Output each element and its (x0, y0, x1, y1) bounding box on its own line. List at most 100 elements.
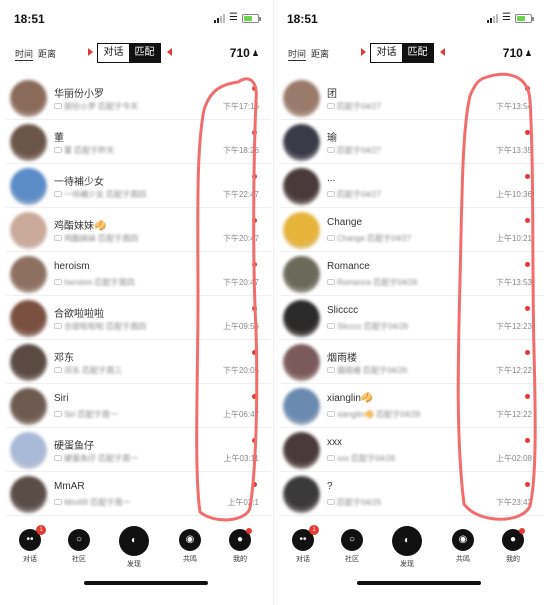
people-icon: ♟ (251, 48, 259, 58)
status-bar: 18:51 ☰ (279, 0, 544, 36)
nav-item[interactable]: ○ 社区 (59, 526, 99, 564)
notification-dot (519, 528, 525, 534)
message-bubble-icon (54, 367, 62, 373)
nav-label: 我的 (506, 556, 520, 563)
chat-row[interactable]: 烟雨楼烟雨楼 匹配于04/26 下午12:22 (279, 340, 544, 384)
avatar[interactable] (283, 300, 320, 337)
filter-tab-distance[interactable]: 距离 (38, 47, 56, 60)
match-info: 匹配于04/27 (327, 145, 381, 156)
status-icons: ☰ (214, 12, 261, 23)
match-info-text: Romance 匹配于04/26 (337, 278, 418, 287)
chat-row[interactable]: Romance Romance 匹配于04/26 下午13:53 (279, 252, 544, 296)
avatar[interactable] (283, 212, 320, 249)
nav-item[interactable]: ◐ 发现 (114, 526, 154, 569)
resonance-icon: ◉ (452, 529, 474, 551)
match-info: 烟雨楼 匹配于04/26 (327, 365, 407, 376)
chat-row[interactable]: 瑜匹配于04/27 下午13:35 (279, 120, 544, 164)
nav-label: 发现 (400, 561, 414, 568)
bottom-nav: •• 1 对话 ○ 社区 ◐ 发现 ◉ 共鸣 ● 我的 (6, 525, 271, 576)
nav-item[interactable]: ● 我的 (220, 526, 260, 564)
match-info: xxx 匹配于04/26 (327, 453, 395, 464)
avatar[interactable] (283, 432, 320, 469)
nav-item[interactable]: ◐ 发现 (387, 526, 427, 569)
avatar[interactable] (10, 388, 47, 425)
avatar[interactable] (10, 212, 47, 249)
unread-dot (252, 350, 257, 355)
segment-chat[interactable]: 对话 (371, 44, 402, 62)
segment-chat[interactable]: 对话 (98, 44, 129, 62)
match-count-value: 710 (229, 46, 250, 60)
chat-row[interactable]: 邓东 邓东 匹配于周三 下午20:05 (6, 340, 271, 384)
avatar[interactable] (283, 80, 320, 117)
filter-tab-distance[interactable]: 距离 (311, 47, 329, 60)
avatar[interactable] (283, 476, 320, 513)
nav-item[interactable]: •• 1 对话 (283, 525, 323, 564)
avatar[interactable] (10, 256, 47, 293)
match-count[interactable]: 710 ♟ (230, 46, 259, 60)
chat-row[interactable]: ? 匹配于04/25 下午23:43 (279, 472, 544, 516)
message-time: 下午20:47 (222, 234, 259, 243)
filter-tab-time[interactable]: 时间 (15, 47, 34, 61)
nav-item[interactable]: ○ 社区 (332, 526, 372, 564)
avatar[interactable] (283, 168, 320, 205)
avatar[interactable] (10, 476, 47, 513)
avatar[interactable] (10, 300, 47, 337)
nav-label: 社区 (345, 556, 359, 563)
avatar[interactable] (283, 388, 320, 425)
unread-dot (525, 174, 530, 179)
chat-row[interactable]: xxx xxx 匹配于04/26 上午02:08 (279, 428, 544, 472)
avatar[interactable] (10, 432, 47, 469)
match-info-text: 合欲啦啦啦 匹配于周四 (64, 322, 147, 331)
message-bubble-icon (54, 411, 62, 417)
chat-row[interactable]: Siri Siri 匹配于周一 上午06:47 (6, 384, 271, 428)
filter-tab-time[interactable]: 时间 (288, 47, 307, 61)
chat-row[interactable]: Change Change 匹配于04/27 上午10:21 (279, 208, 544, 252)
message-time: 下午13:53 (495, 278, 532, 287)
message-bubble-icon (54, 279, 62, 285)
contact-name: 邓东 (54, 353, 74, 364)
chat-row[interactable]: 华丽份小罗 丽份小罗 匹配于今天 下午17:16 (6, 76, 271, 120)
status-icons: ☰ (487, 13, 534, 23)
message-time: 下午12:23 (495, 322, 532, 331)
chat-row[interactable]: heroism heroism 匹配于周四 下午20:47 (6, 252, 271, 296)
avatar[interactable] (283, 344, 320, 381)
chat-row[interactable]: ... 匹配于04/27 上午10:36 (279, 164, 544, 208)
match-info-text: 烟雨楼 匹配于04/26 (337, 366, 408, 375)
match-info-text: 董 匹配于昨天 (64, 146, 115, 155)
chat-row[interactable]: 鸡酯妹妹🥠 鸡酯妹妹 匹配于周四 下午20:47 (6, 208, 271, 252)
wifi-icon: ☰ (229, 12, 238, 23)
chat-row[interactable]: 合欲啦啦啦 合欲啦啦啦 匹配于周四 上午09:56 (6, 296, 271, 340)
nav-label: 发现 (127, 561, 141, 568)
nav-item[interactable]: ◉ 共鸣 (170, 526, 210, 564)
chat-row[interactable]: 硬蛋鱼仔 硬蛋鱼仔 匹配于周一 上午03:11 (6, 428, 271, 472)
avatar[interactable] (283, 256, 320, 293)
match-count[interactable]: 710 ♟ (503, 46, 532, 60)
nav-item[interactable]: •• 1 对话 (10, 525, 50, 564)
unread-dot (525, 86, 530, 91)
chat-row[interactable]: xianglin🥠 xianglin🥠 匹配于04/26 下午12:22 (279, 384, 544, 428)
avatar[interactable] (10, 124, 47, 161)
avatar[interactable] (10, 80, 47, 117)
nav-item[interactable]: ● 我的 (493, 526, 533, 564)
chat-row[interactable]: Slicccc Slicccc 匹配于04/26 下午12:23 (279, 296, 544, 340)
chat-row[interactable]: 团匹配于04/27 下午13:54 (279, 76, 544, 120)
segment-match[interactable]: 匹配 (129, 44, 160, 62)
message-time: 下午12:22 (495, 366, 532, 375)
nav-label: 共鸣 (183, 556, 197, 563)
match-count-value: 710 (502, 46, 523, 60)
nav-item[interactable]: ◉ 共鸣 (443, 526, 483, 564)
match-info: 匹配于04/27 (327, 101, 381, 112)
segment-match[interactable]: 匹配 (402, 44, 433, 62)
avatar[interactable] (10, 344, 47, 381)
chat-icon: •• 1 (19, 525, 46, 551)
contact-name: 烟雨楼 (327, 353, 357, 364)
chat-row[interactable]: 一待補少女 一待補少女 匹配于周四 下午22:47 (6, 164, 271, 208)
match-info: 一待補少女 匹配于周四 (54, 189, 146, 200)
match-info-text: 邓东 匹配于周三 (64, 366, 123, 375)
avatar[interactable] (283, 124, 320, 161)
chat-row[interactable]: 董董 匹配于昨天 下午18:26 (6, 120, 271, 164)
chat-row[interactable]: MmAR MmAR 匹配于周一 上午02:1 (6, 472, 271, 516)
avatar[interactable] (10, 168, 47, 205)
match-info-text: 鸡酯妹妹 匹配于周四 (64, 234, 139, 243)
match-info-text: 一待補少女 匹配于周四 (64, 190, 147, 199)
